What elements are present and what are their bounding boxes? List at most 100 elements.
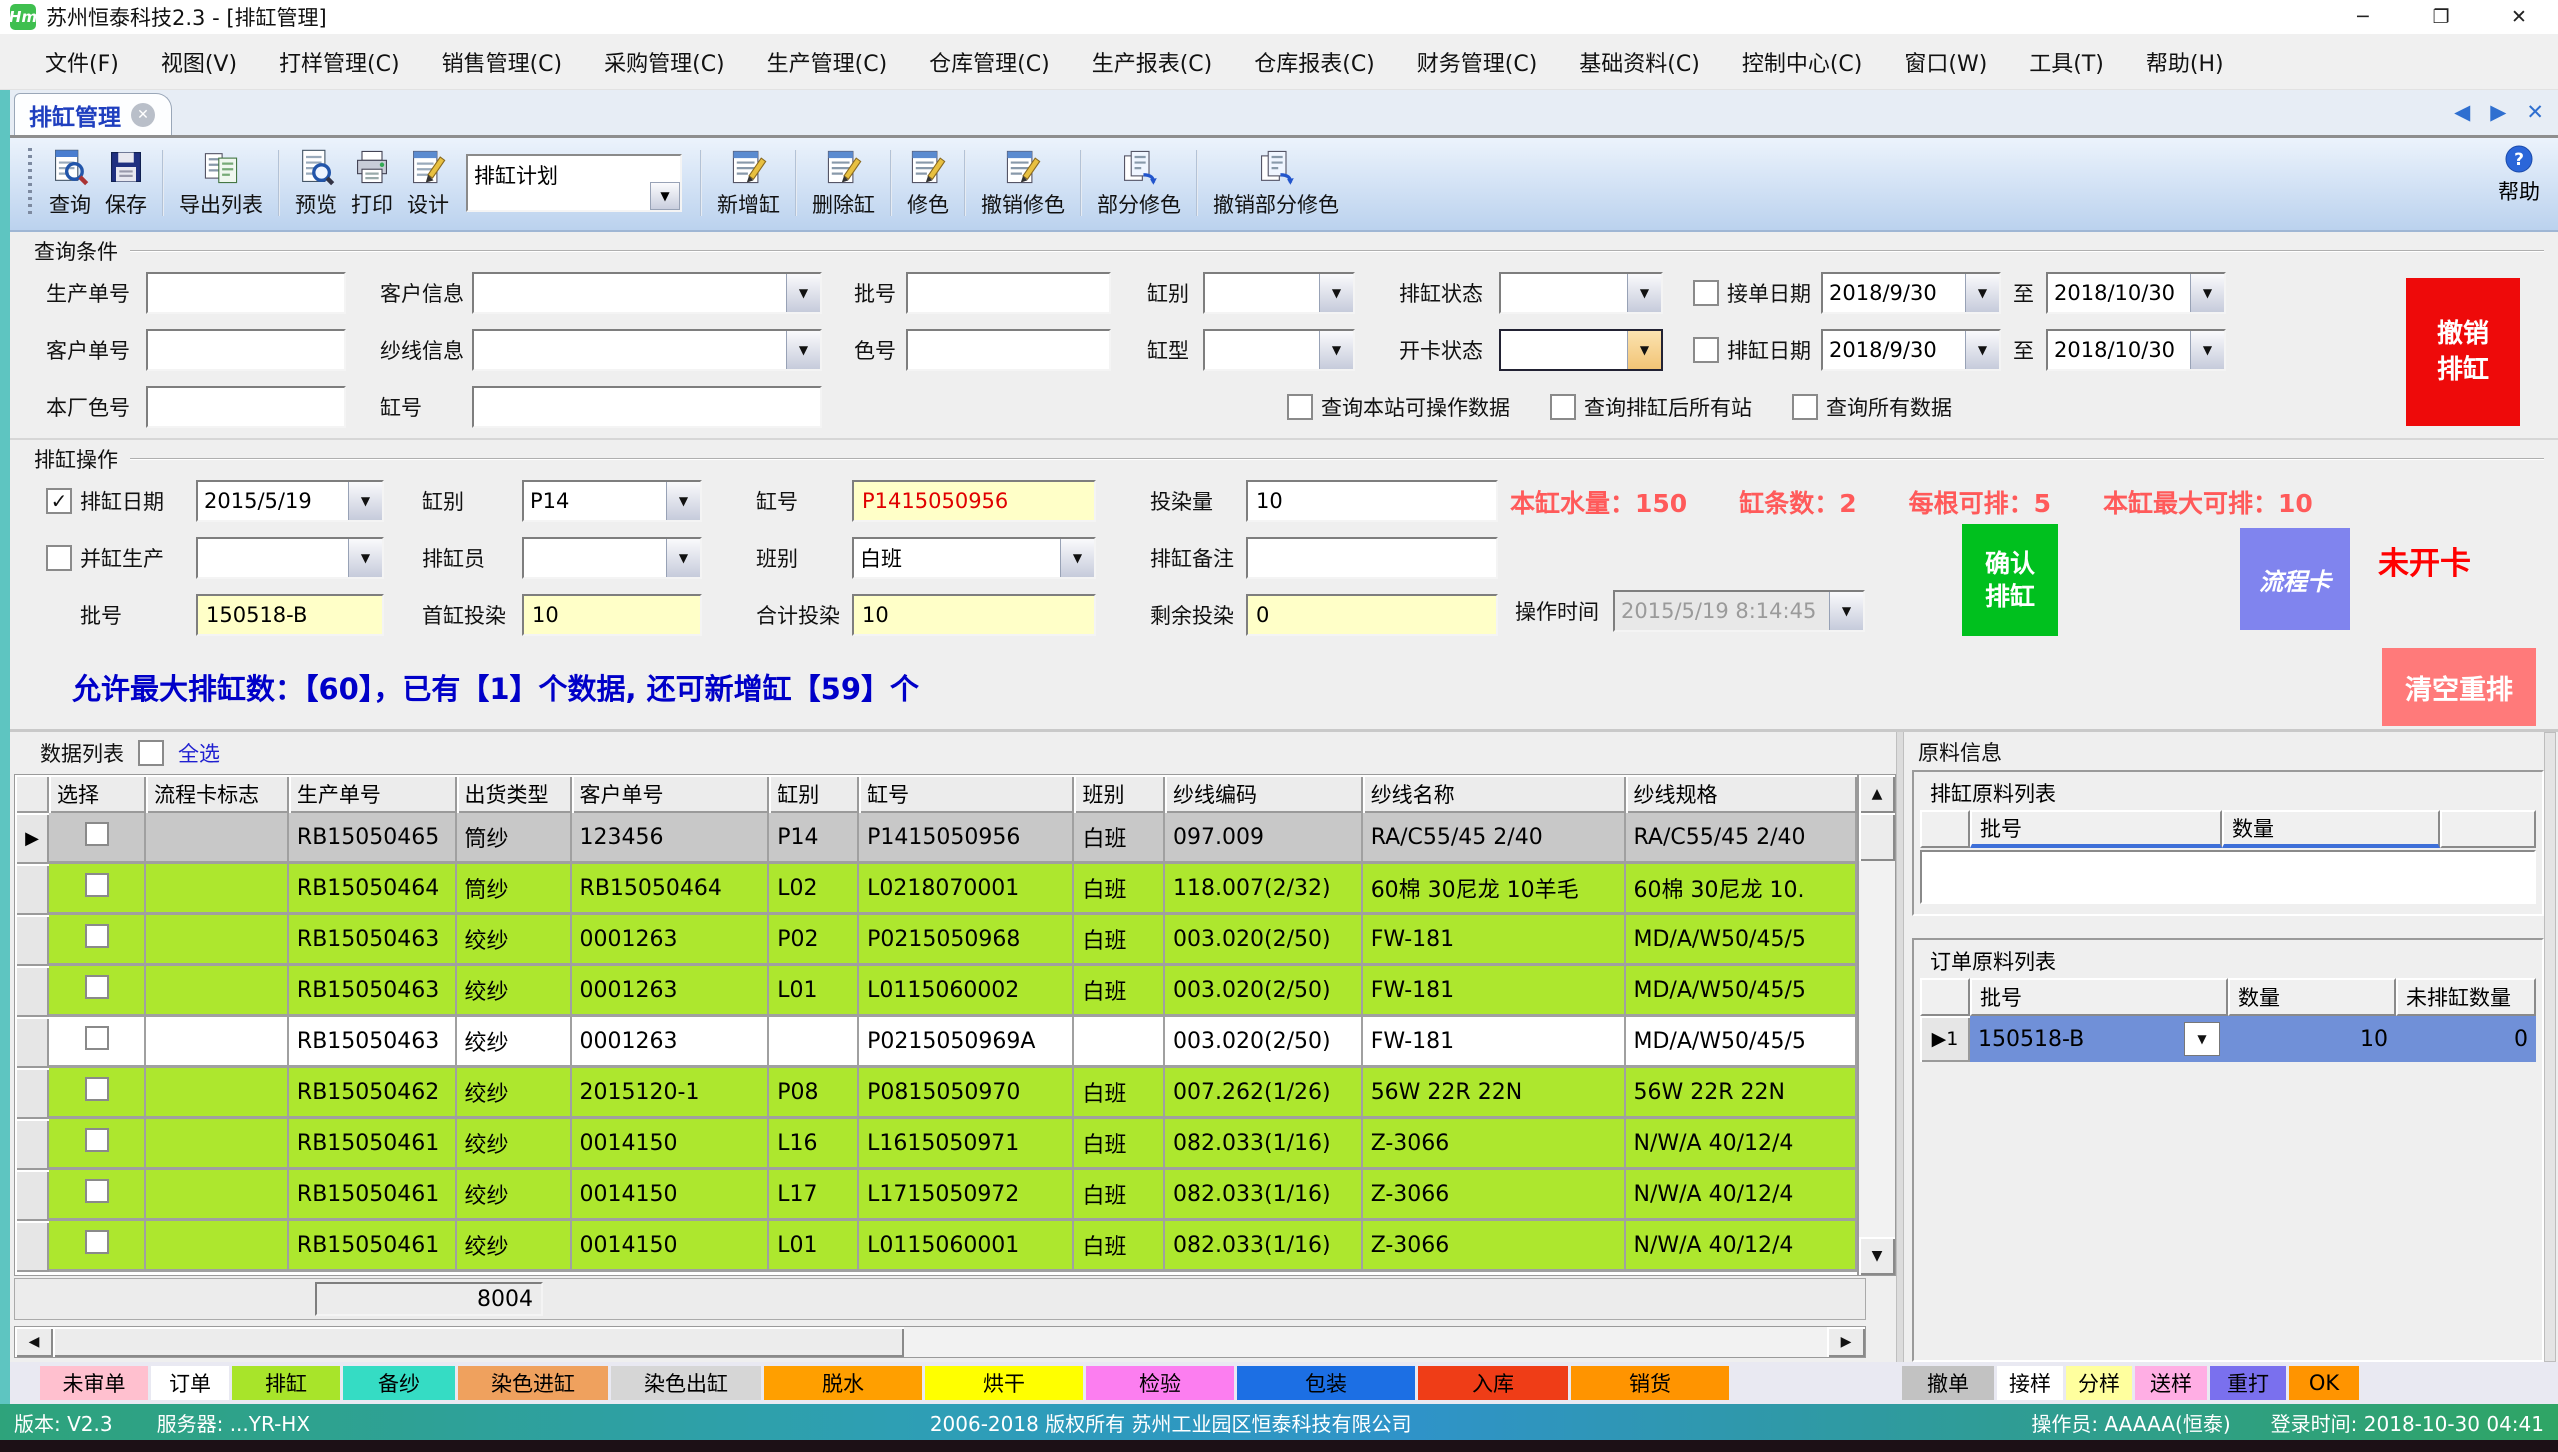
row-selector[interactable] [15, 1068, 49, 1119]
column-header[interactable]: 客户单号 [572, 775, 770, 813]
menu-item[interactable]: 财务管理(C) [1396, 38, 1559, 86]
order-date-checkbox[interactable] [1693, 280, 1719, 306]
dropdown-arrow-icon[interactable]: ▼ [1965, 331, 1999, 369]
op-dye-qty-input[interactable]: 10 [1246, 480, 1498, 522]
dropdown-arrow-icon[interactable]: ▼ [1627, 274, 1661, 312]
order-materials-col-unassigned[interactable]: 未排缸数量 [2396, 978, 2536, 1016]
fix-color-button[interactable]: 修色 [900, 145, 956, 221]
menu-item[interactable]: 生产管理(C) [746, 38, 909, 86]
cust-no-input[interactable] [146, 329, 346, 371]
column-header[interactable]: 纱线编码 [1165, 775, 1363, 813]
undo-partial-fix-color-button[interactable]: 撤销部分修色 [1206, 145, 1346, 221]
column-header[interactable]: 选择 [49, 775, 146, 813]
scroll-up-icon[interactable]: ▲ [1859, 775, 1895, 813]
table-row[interactable]: ▶RB15050465筒纱123456P14P1415050956白班097.0… [15, 813, 1857, 864]
vertical-scrollbar[interactable]: ▲ ▼ [1858, 774, 1896, 1276]
vat-date-to[interactable]: 2018/10/30▼ [2046, 329, 2226, 371]
save-button[interactable]: 保存 [98, 145, 154, 221]
column-header[interactable]: 流程卡标志 [146, 775, 289, 813]
op-merge-select[interactable]: ▼ [196, 537, 384, 579]
order-material-row[interactable]: ▶1 150518-B ▼ 10 0 [1920, 1016, 2536, 1062]
op-vat-date-checkbox[interactable]: ✓ [46, 488, 72, 514]
column-header[interactable]: 纱线名称 [1363, 775, 1626, 813]
tab-prev-icon[interactable]: ◀ [2454, 100, 2470, 124]
op-vat-date-select[interactable]: 2015/5/19▼ [196, 480, 384, 522]
row-selector[interactable] [15, 1017, 49, 1068]
clear-rearrange-button[interactable]: 清空重排 [2382, 648, 2536, 726]
row-checkbox[interactable] [85, 1026, 109, 1050]
scroll-right-icon[interactable]: ▶ [1827, 1327, 1865, 1357]
batch-input[interactable] [906, 272, 1111, 314]
row-checkbox[interactable] [85, 924, 109, 948]
op-remark-input[interactable] [1246, 537, 1498, 579]
table-row[interactable]: RB15050463绞纱0001263P02P0215050968白班003.0… [15, 915, 1857, 966]
vat-materials-col-batch[interactable]: 批号 [1970, 810, 2222, 848]
dropdown-arrow-icon[interactable]: ▼ [1319, 274, 1353, 312]
op-scheduler-select[interactable]: ▼ [522, 537, 702, 579]
card-status-select[interactable]: ▼ [1499, 329, 1663, 371]
query-after-checkbox[interactable] [1550, 394, 1576, 420]
add-vat-button[interactable]: 新增缸 [710, 145, 787, 221]
row-selector[interactable] [15, 1170, 49, 1221]
dropdown-arrow-icon[interactable]: ▼ [650, 182, 680, 210]
undo-fix-color-button[interactable]: 撤销修色 [974, 145, 1072, 221]
menu-item[interactable]: 文件(F) [24, 38, 140, 86]
restore-button[interactable]: ❐ [2402, 0, 2480, 34]
menu-item[interactable]: 仓库管理(C) [908, 38, 1071, 86]
op-merge-checkbox[interactable] [46, 545, 72, 571]
dropdown-arrow-icon[interactable]: ▼ [666, 482, 700, 520]
column-header[interactable]: 班别 [1074, 775, 1165, 813]
column-header[interactable]: 纱线规格 [1626, 775, 1858, 813]
dropdown-arrow-icon[interactable]: ▼ [2184, 1022, 2220, 1056]
scroll-down-icon[interactable]: ▼ [1859, 1237, 1895, 1275]
row-checkbox[interactable] [85, 1128, 109, 1152]
prod-no-input[interactable] [146, 272, 346, 314]
menu-item[interactable]: 基础资料(C) [1558, 38, 1721, 86]
dropdown-arrow-icon[interactable]: ▼ [2190, 331, 2224, 369]
partial-fix-color-button[interactable]: 部分修色 [1090, 145, 1188, 221]
row-checkbox[interactable] [85, 975, 109, 999]
scroll-left-icon[interactable]: ◀ [15, 1327, 53, 1357]
scrollbar-thumb[interactable] [53, 1327, 904, 1357]
order-date-to[interactable]: 2018/10/30▼ [2046, 272, 2226, 314]
factory-color-input[interactable] [146, 386, 346, 428]
row-selector[interactable] [15, 1119, 49, 1170]
flow-card-button[interactable]: 流程卡 [2240, 528, 2350, 630]
menu-item[interactable]: 帮助(H) [2125, 38, 2245, 86]
menu-item[interactable]: 采购管理(C) [583, 38, 746, 86]
op-vat-no-field[interactable]: P1415050956 [852, 480, 1096, 522]
dropdown-arrow-icon[interactable]: ▼ [1627, 331, 1661, 369]
op-remain-dye-field[interactable]: 0 [1246, 594, 1498, 636]
menu-item[interactable]: 控制中心(C) [1721, 38, 1884, 86]
menu-item[interactable]: 仓库报表(C) [1233, 38, 1396, 86]
table-row[interactable]: RB15050463绞纱0001263L01L0115060002白班003.0… [15, 966, 1857, 1017]
panel-scrollbar[interactable] [2544, 732, 2556, 1362]
dropdown-arrow-icon[interactable]: ▼ [2190, 274, 2224, 312]
vat-materials-col-qty[interactable]: 数量 [2222, 810, 2440, 848]
op-vat-class-select[interactable]: P14▼ [522, 480, 702, 522]
confirm-vat-button[interactable]: 确认 排缸 [1962, 524, 2058, 636]
menu-item[interactable]: 工具(T) [2008, 38, 2125, 86]
row-checkbox[interactable] [85, 1077, 109, 1101]
menu-item[interactable]: 销售管理(C) [421, 38, 584, 86]
order-materials-col-batch[interactable]: 批号 [1970, 978, 2228, 1016]
dropdown-arrow-icon[interactable]: ▼ [786, 274, 820, 312]
op-batch-field[interactable]: 150518-B [196, 594, 384, 636]
yarn-select[interactable]: ▼ [472, 329, 822, 371]
dropdown-arrow-icon[interactable]: ▼ [1060, 539, 1094, 577]
op-first-dye-field[interactable]: 10 [522, 594, 702, 636]
vat-type-select[interactable]: ▼ [1203, 329, 1355, 371]
row-checkbox[interactable] [85, 822, 109, 846]
minimize-button[interactable]: ─ [2324, 0, 2402, 34]
table-row[interactable]: RB15050462绞纱2015120-1P08P0815050970白班007… [15, 1068, 1857, 1119]
dropdown-arrow-icon[interactable]: ▼ [348, 539, 382, 577]
export-list-button[interactable]: 导出列表 [172, 145, 270, 221]
tab-paigang[interactable]: 排缸管理 ✕ [14, 93, 172, 135]
cancel-vat-button[interactable]: 撤销 排缸 [2406, 278, 2520, 426]
op-total-dye-field[interactable]: 10 [852, 594, 1096, 636]
tab-next-icon[interactable]: ▶ [2490, 100, 2506, 124]
vat-class-select[interactable]: ▼ [1203, 272, 1355, 314]
order-batch-select[interactable]: 150518-B ▼ [1978, 1016, 2220, 1062]
dropdown-arrow-icon[interactable]: ▼ [666, 539, 700, 577]
select-all-checkbox[interactable] [138, 740, 164, 766]
